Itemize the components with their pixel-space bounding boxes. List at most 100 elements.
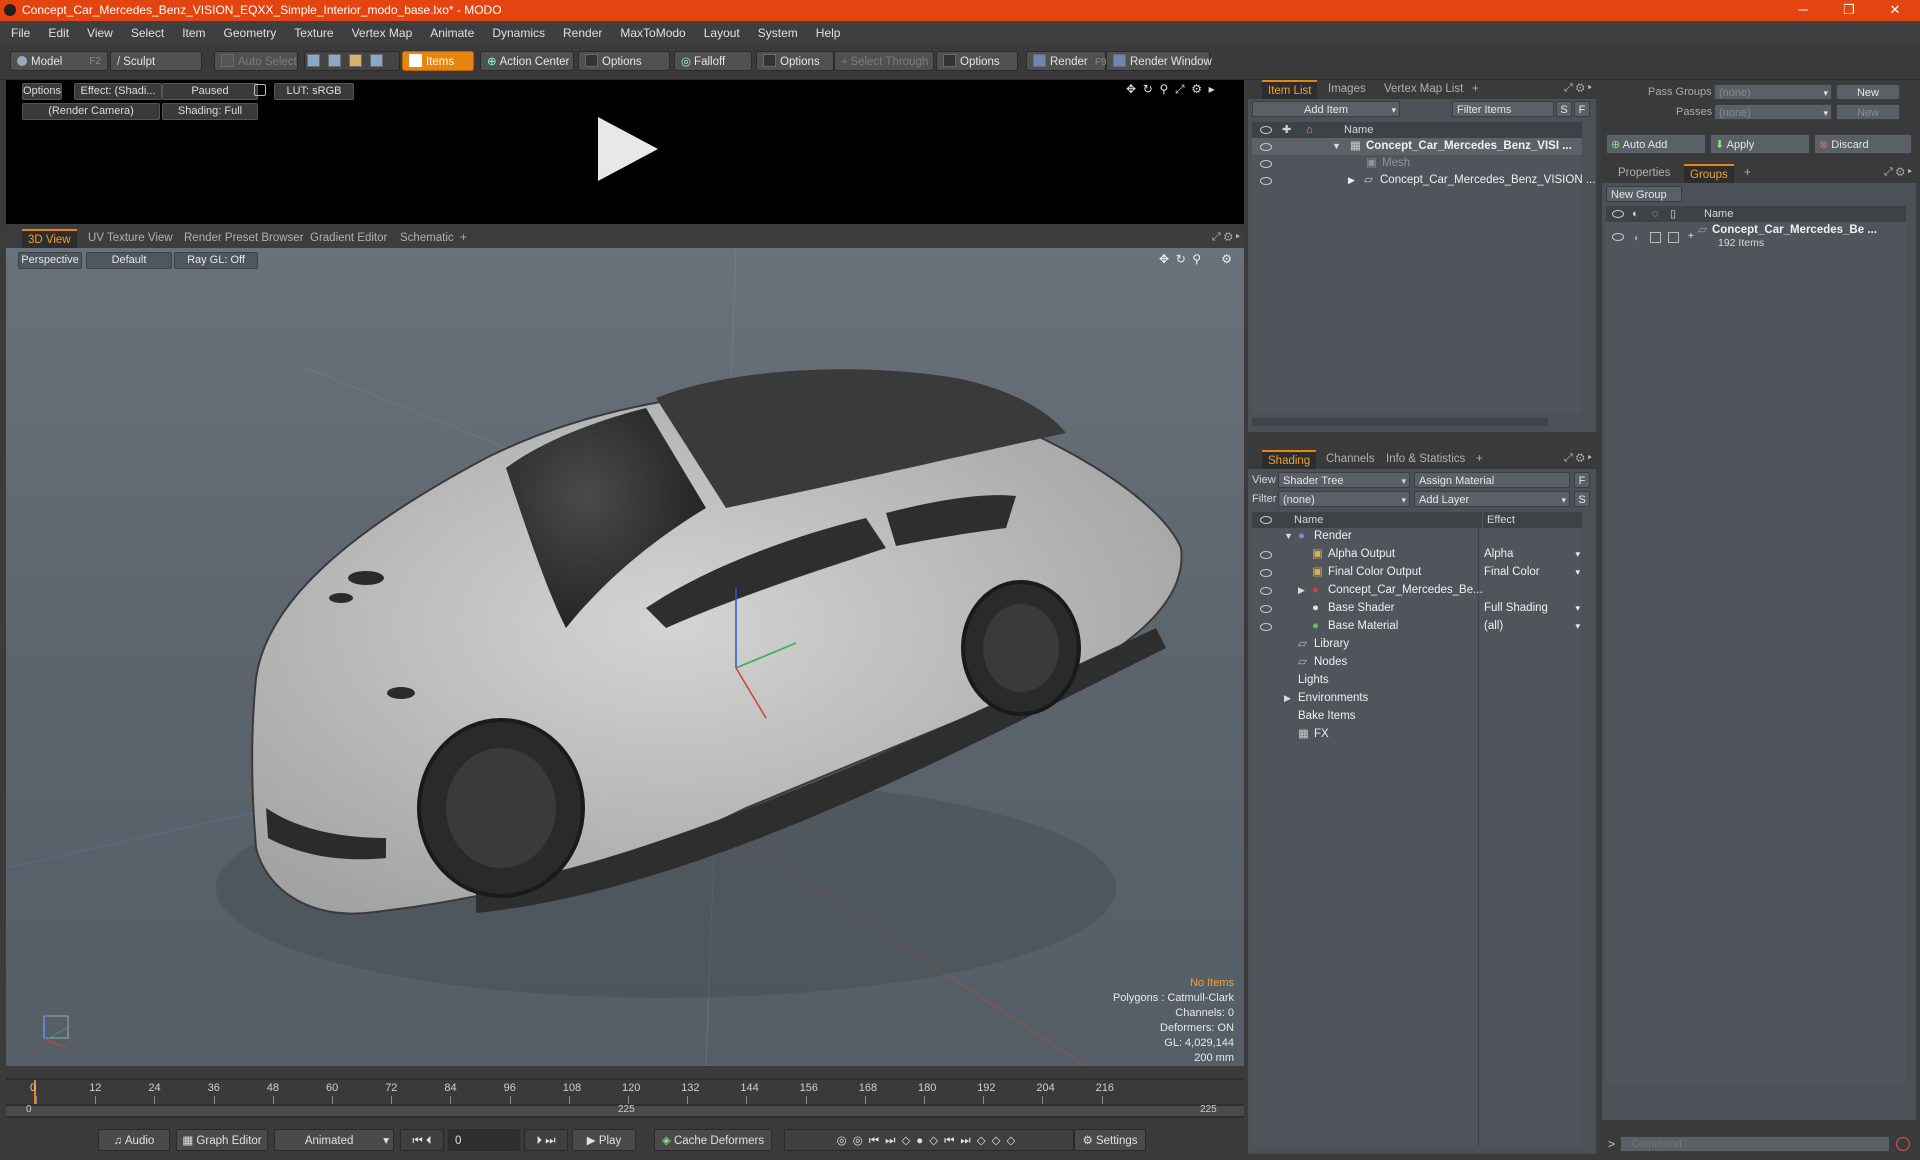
auto-select-button[interactable]: Auto Select (214, 51, 298, 71)
shader-tree-row[interactable]: ▦ FX (1252, 726, 1582, 743)
play-icon[interactable] (590, 113, 662, 185)
action-center-button[interactable]: ⊕ Action Center (480, 51, 574, 71)
tab-schematic[interactable]: Schematic (394, 229, 460, 248)
shader-tree-row[interactable]: ▼ ● Render (1252, 528, 1582, 545)
shader-tree-row[interactable]: ● Base Material (all) ▾ (1252, 618, 1582, 635)
eye-icon[interactable] (1260, 605, 1272, 613)
rotate-view-icon[interactable]: ↻ (1176, 252, 1186, 266)
skip-end-icon[interactable]: ⏭ (545, 1135, 555, 1147)
tab-3d-view[interactable]: 3D View (22, 229, 77, 248)
tab-properties[interactable]: Properties (1612, 164, 1676, 183)
menu-help[interactable]: Help (807, 21, 850, 45)
eye-icon[interactable] (1260, 177, 1272, 185)
expand-arrow-icon[interactable]: ▸ (1209, 82, 1215, 96)
add-item-dropdown[interactable]: Add Item ▾ (1252, 101, 1400, 117)
chevron-right-icon[interactable]: ▶ (1284, 690, 1291, 707)
horizontal-scrollbar[interactable] (1252, 418, 1548, 426)
step-forward-icon[interactable]: ⏵ (536, 1135, 542, 1147)
preview-paused-button[interactable]: Paused (162, 83, 258, 100)
menu-maxtomodo[interactable]: MaxToModo (611, 21, 694, 45)
keyframe-tools[interactable]: ◎◎⏮⏭◇●◇⏮⏭◇◇◇ (784, 1129, 1074, 1151)
render-toggle-icon[interactable]: ◐ (1634, 230, 1640, 247)
lock-icon[interactable] (254, 84, 266, 96)
add-tab-button[interactable]: + (454, 229, 473, 248)
tab-item-list[interactable]: Item List (1262, 80, 1318, 99)
eye-icon[interactable] (1260, 143, 1272, 151)
chevron-down-icon[interactable]: ▼ (1284, 528, 1293, 545)
audio-button[interactable]: ♫ Audio (98, 1129, 170, 1151)
shader-tree-row[interactable]: Lights (1252, 672, 1582, 689)
tab-info-statistics[interactable]: Info & Statistics (1380, 450, 1471, 469)
timeline[interactable]: 0 12 24 36 48 60 72 84 96 108 120 132 144 156 168 180 19… (6, 1078, 1244, 1118)
lut-dropdown[interactable]: LUT: sRGB (274, 83, 354, 100)
command-input[interactable] (1620, 1136, 1890, 1152)
falloff-options-button[interactable]: Options (756, 51, 834, 71)
shader-tree-row[interactable]: ▱ Nodes (1252, 654, 1582, 671)
zoom-view-icon[interactable]: ⚲ (1159, 82, 1168, 96)
new-group-button[interactable]: New Group (1606, 186, 1682, 202)
select-through-options-button[interactable]: Options (936, 51, 1018, 71)
falloff-button[interactable]: ◎ Falloff (674, 51, 752, 71)
list-item[interactable]: ▼ ▦ Concept_Car_Mercedes_Benz_VISI ... (1252, 138, 1582, 155)
frame-input[interactable]: 0 (448, 1129, 520, 1151)
items-mode-button[interactable]: Items (402, 51, 474, 71)
s-button[interactable]: S (1574, 491, 1590, 507)
render-window-button[interactable]: Render Window (1106, 51, 1212, 71)
shader-tree-dropdown[interactable]: Shader Tree ▾ (1278, 472, 1410, 488)
assign-material-button[interactable]: Assign Material (1414, 472, 1570, 488)
graph-editor-button[interactable]: ▦ Graph Editor (176, 1129, 268, 1151)
move-view-icon[interactable]: ✥ (1126, 82, 1136, 96)
close-button[interactable]: ✕ (1872, 0, 1918, 21)
menu-render[interactable]: Render (554, 21, 611, 45)
rotate-view-icon[interactable]: ↻ (1143, 82, 1153, 96)
play-button[interactable]: ▶ Play (572, 1129, 636, 1151)
chevron-right-icon[interactable]: ▶ (1298, 582, 1305, 599)
perspective-dropdown[interactable]: Perspective (18, 252, 82, 269)
list-item[interactable]: ▶ ▱ Concept_Car_Mercedes_Benz_VISION ... (1252, 172, 1595, 189)
filter-dropdown[interactable]: (none) ▾ (1278, 491, 1410, 507)
action-center-options-button[interactable]: Options (578, 51, 670, 71)
chevron-right-icon[interactable]: ▶ (1348, 172, 1355, 189)
minimize-button[interactable]: ─ (1780, 0, 1826, 21)
expand-arrow-icon[interactable]: ▸ (1236, 231, 1240, 243)
menu-animate[interactable]: Animate (421, 21, 483, 45)
select-through-button[interactable]: ⌖ Select Through (834, 51, 934, 71)
menu-system[interactable]: System (749, 21, 807, 45)
tab-channels[interactable]: Channels (1320, 450, 1381, 469)
tab-shading[interactable]: Shading (1262, 450, 1317, 469)
apply-button[interactable]: ⬇ Apply (1710, 134, 1810, 154)
shader-tree-row[interactable]: ▣ Alpha Output Alpha ▾ (1252, 546, 1582, 563)
f-button[interactable]: F (1574, 472, 1590, 488)
tab-uv-texture-view[interactable]: UV Texture View (82, 229, 179, 248)
expand-plus-icon[interactable]: + (1688, 228, 1694, 245)
shader-tree-row[interactable]: ▶ Environments (1252, 690, 1582, 707)
step-back-icon[interactable]: ⏴ (426, 1135, 432, 1147)
tab-groups[interactable]: Groups (1684, 164, 1734, 183)
search-s-button[interactable]: S (1556, 101, 1572, 117)
menu-texture[interactable]: Texture (285, 21, 342, 45)
zoom-view-icon[interactable]: ⚲ (1192, 252, 1201, 266)
shader-tree-row[interactable]: Bake Items (1252, 708, 1582, 725)
move-view-icon[interactable]: ✥ (1159, 252, 1169, 266)
menu-file[interactable]: File (2, 21, 39, 45)
new-pass-button[interactable]: New (1836, 104, 1900, 120)
polygons-mode-icon[interactable] (349, 54, 362, 67)
new-pass-group-button[interactable]: New (1836, 84, 1900, 100)
model-mode-button[interactable]: Model F2 (10, 51, 108, 71)
stop-icon[interactable] (1896, 1137, 1910, 1151)
menu-view[interactable]: View (78, 21, 122, 45)
shading-style-dropdown[interactable]: Default (86, 252, 172, 269)
raygl-dropdown[interactable]: Ray GL: Off (174, 252, 258, 269)
effect-dropdown[interactable]: Final Color ▾ (1484, 564, 1580, 581)
settings-button[interactable]: ⚙ Settings (1074, 1129, 1146, 1151)
auto-add-button[interactable]: ⊕ Auto Add (1606, 134, 1706, 154)
tab-images[interactable]: Images (1322, 80, 1372, 99)
shader-tree-row[interactable]: ▣ Final Color Output Final Color ▾ (1252, 564, 1582, 581)
effect-dropdown[interactable]: Full Shading ▾ (1484, 600, 1580, 617)
effect-dropdown[interactable]: Alpha ▾ (1484, 546, 1580, 563)
animated-dropdown[interactable]: Animated ▾ (274, 1129, 394, 1151)
passes-dropdown[interactable]: (none) ▾ (1714, 104, 1832, 120)
gear-icon[interactable]: ⚙ (1191, 82, 1202, 96)
sculpt-mode-button[interactable]: / Sculpt (110, 51, 202, 71)
menu-dynamics[interactable]: Dynamics (483, 21, 554, 45)
